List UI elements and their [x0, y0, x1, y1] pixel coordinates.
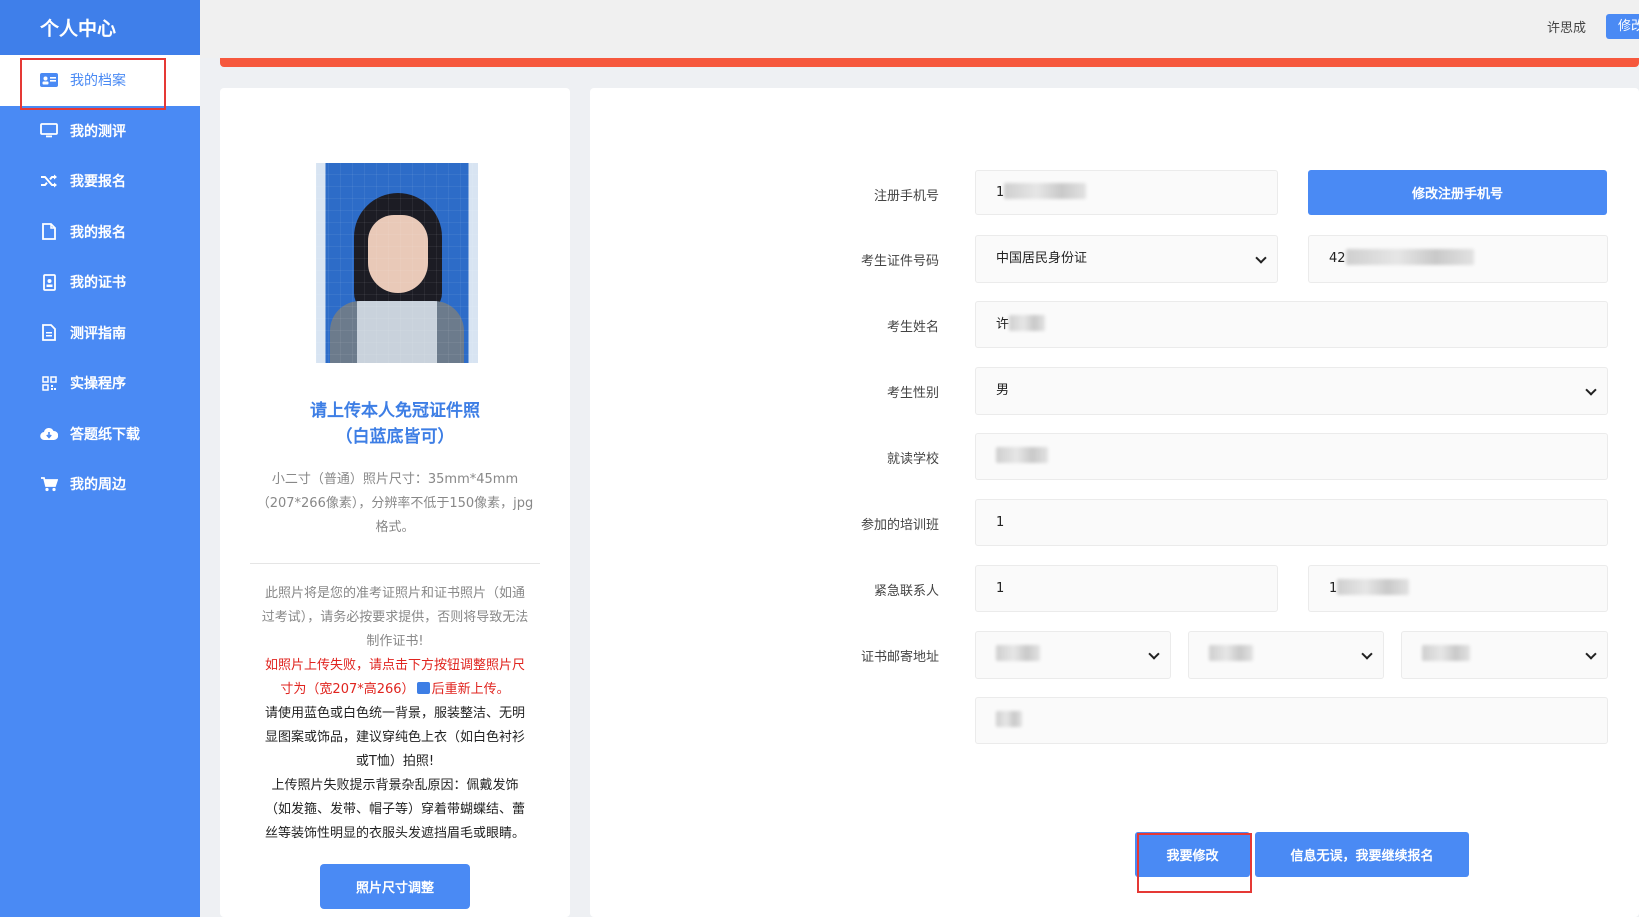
sidebar-item-assessment-guide[interactable]: 测评指南: [0, 308, 200, 359]
sidebar-item-my-merchandise[interactable]: 我的周边: [0, 459, 200, 510]
sidebar-item-practical-procedure[interactable]: 实操程序: [0, 358, 200, 409]
document-icon: [40, 223, 58, 241]
profile-form-card: 注册手机号 1 修改注册手机号 考生证件号码 中国居民身份证 42 考生姓名 许…: [590, 88, 1639, 917]
emergency-phone-input[interactable]: 1: [1308, 565, 1608, 612]
change-phone-button[interactable]: 修改注册手机号: [1308, 170, 1607, 215]
id-type-select[interactable]: 中国居民身份证: [975, 235, 1278, 283]
accent-bar: [220, 58, 1639, 67]
row-training: 参加的培训班 1: [590, 499, 1639, 547]
certificate-icon: [40, 273, 58, 291]
row-name: 考生姓名 许: [590, 301, 1639, 349]
monitor-icon: [40, 122, 58, 140]
sidebar-item-my-certificate[interactable]: 我的证书: [0, 257, 200, 308]
top-header: 许思成 修改: [200, 0, 1639, 58]
sidebar-item-label: 我的证书: [70, 275, 126, 292]
continue-registration-button[interactable]: 信息无误，我要继续报名: [1255, 832, 1469, 877]
training-input[interactable]: 1: [975, 499, 1608, 546]
header-edit-button[interactable]: 修改: [1606, 14, 1639, 39]
sidebar-item-my-profile[interactable]: 我的档案: [0, 55, 200, 110]
edit-info-button[interactable]: 我要修改: [1135, 832, 1250, 877]
id-label: 考生证件号码: [860, 254, 939, 269]
name-label: 考生姓名: [886, 320, 939, 335]
address-detail-input[interactable]: [975, 697, 1608, 744]
sidebar: 个人中心 我的档案 我的测评 我要报名 我的报名 我的证书 测评指南 实操程序 …: [0, 0, 200, 917]
photo-notes: 此照片将是您的准考证照片和证书照片（如通 过考试），请务必按要求提供，否则将导致…: [261, 586, 529, 841]
divider: [250, 563, 540, 564]
sidebar-item-my-assessment[interactable]: 我的测评: [0, 106, 200, 157]
row-school: 就读学校: [590, 433, 1639, 481]
training-label: 参加的培训班: [860, 518, 939, 533]
sidebar-title: 个人中心: [0, 0, 200, 55]
address-label: 证书邮寄地址: [860, 650, 939, 665]
cart-icon: [40, 475, 58, 493]
photo-spec-text: 小二寸（普通）照片尺寸：35mm*45mm （207*266像素），分辨率不低于…: [256, 472, 534, 535]
emergency-label: 紧急联系人: [873, 584, 939, 599]
sidebar-item-answer-sheet-download[interactable]: 答题纸下载: [0, 409, 200, 460]
sidebar-item-label: 我的报名: [70, 224, 126, 241]
id-card-icon: [40, 71, 58, 89]
row-id: 考生证件号码 中国居民身份证 42: [590, 235, 1639, 283]
sidebar-item-register[interactable]: 我要报名: [0, 156, 200, 207]
cloud-download-icon: [40, 425, 58, 443]
sidebar-item-label: 我的档案: [70, 73, 126, 90]
sidebar-item-label: 测评指南: [70, 325, 126, 342]
district-select[interactable]: [1401, 631, 1608, 679]
sidebar-menu: 我的档案 我的测评 我要报名 我的报名 我的证书 测评指南 实操程序 答题纸下载…: [0, 55, 200, 510]
gender-select[interactable]: 男: [975, 367, 1608, 415]
emergency-name-input[interactable]: 1: [975, 565, 1278, 612]
row-emergency: 紧急联系人 1 1: [590, 565, 1639, 613]
photo-upload-card: 请上传本人免冠证件照 （白蓝底皆可） 小二寸（普通）照片尺寸：35mm*45mm…: [220, 88, 570, 917]
row-gender: 考生性别 男: [590, 367, 1639, 415]
qrcode-icon: [40, 374, 58, 392]
sidebar-item-label: 答题纸下载: [70, 426, 140, 443]
user-name[interactable]: 许思成: [1547, 17, 1586, 36]
shuffle-icon: [40, 172, 58, 190]
province-select[interactable]: [975, 631, 1171, 679]
sidebar-item-label: 我的周边: [70, 477, 126, 494]
row-phone: 注册手机号 1 修改注册手机号: [590, 170, 1639, 218]
row-address-detail: [590, 697, 1639, 745]
name-input[interactable]: 许: [975, 301, 1608, 348]
sidebar-item-my-registration[interactable]: 我的报名: [0, 207, 200, 258]
photo-upload-title: 请上传本人免冠证件照 （白蓝底皆可）: [310, 401, 480, 447]
photo-resize-button[interactable]: 照片尺寸调整: [320, 864, 470, 909]
id-photo[interactable]: [316, 163, 478, 363]
guide-icon: [40, 324, 58, 342]
id-number-input[interactable]: 42: [1308, 235, 1608, 283]
sidebar-item-label: 实操程序: [70, 376, 126, 393]
sidebar-item-label: 我要报名: [70, 174, 126, 191]
sidebar-item-label: 我的测评: [70, 123, 126, 140]
row-address: 证书邮寄地址: [590, 631, 1639, 679]
phone-label: 注册手机号: [873, 189, 939, 204]
book-icon: [416, 682, 430, 694]
school-label: 就读学校: [886, 452, 939, 467]
school-input[interactable]: [975, 433, 1608, 480]
city-select[interactable]: [1188, 631, 1384, 679]
gender-label: 考生性别: [886, 386, 939, 401]
phone-input[interactable]: 1: [975, 170, 1278, 215]
